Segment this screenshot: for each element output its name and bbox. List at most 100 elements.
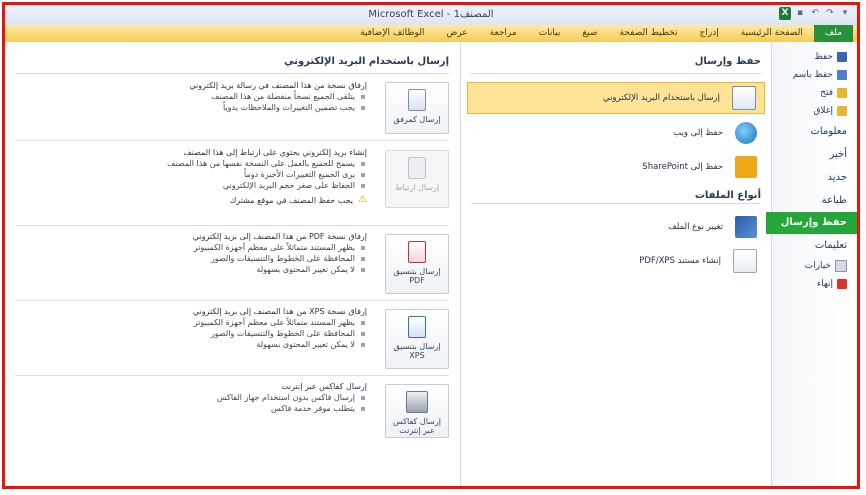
nav-save-send[interactable]: حفظ وإرسال <box>766 212 857 234</box>
fax-icon <box>406 391 428 413</box>
option-save-web[interactable]: حفظ إلى ويب <box>467 118 765 148</box>
xps-bullet: يظهر المستند متماثلاً على معظم أجهزة الك… <box>21 317 367 328</box>
section-file-types-title: أنواع الملفات <box>694 190 761 201</box>
pdf-bullet: لا يمكن تغيير المحتوى بسهولة <box>21 264 367 275</box>
nav-new[interactable]: جديد <box>772 166 857 189</box>
option-create-pdf-xps[interactable]: إنشاء مستند PDF/XPS <box>467 246 765 276</box>
pdf-description: إرفاق نسخة PDF من هذا المصنف إلى بريد إل… <box>21 231 367 275</box>
pdf-bullet: المحافظة على الخطوط والتنسيقات والصور <box>21 253 367 264</box>
link-icon <box>408 157 426 179</box>
nav-options[interactable]: خيارات <box>772 257 857 275</box>
nav-save-as-label: حفظ باسم <box>792 70 833 80</box>
document-icon <box>733 249 757 273</box>
window-title: Microsoft Excel - المصنف1 <box>368 9 494 20</box>
send-link-button[interactable]: إرسال ارتباط <box>385 150 449 208</box>
app-window: X ▪ ↶ ↷ ▾ Microsoft Excel - المصنف1 ملف … <box>2 2 860 489</box>
nav-save[interactable]: حفظ <box>772 48 857 66</box>
option-save-sharepoint[interactable]: حفظ إلى SharePoint <box>467 152 765 182</box>
tab-view[interactable]: عرض <box>435 25 478 42</box>
open-folder-icon <box>837 88 847 98</box>
shared-location-warning: ⚠ يجب حفظ المصنف في موقع مشترك <box>21 195 367 206</box>
link-description: إنشاء بريد إلكتروني يحتوي على ارتباط إلى… <box>21 147 367 206</box>
xps-bullet: لا يمكن تغيير المحتوى بسهولة <box>21 339 367 350</box>
pdf-icon <box>408 241 426 263</box>
xps-head: إرفاق نسخة XPS من هذا المصنف إلى بريد إل… <box>192 307 367 316</box>
save-icon <box>837 52 847 62</box>
nav-close[interactable]: إغلاق <box>772 102 857 120</box>
tab-review[interactable]: مراجعة <box>479 25 528 42</box>
panel-title: إرسال باستخدام البريد الإلكتروني <box>284 56 449 67</box>
block-send-xps: إرسال بتنسيق XPS إرفاق نسخة XPS من هذا ا… <box>15 301 449 376</box>
nav-print[interactable]: طباعة <box>772 189 857 212</box>
option-save-sharepoint-label: حفظ إلى SharePoint <box>642 162 723 172</box>
tab-insert[interactable]: إدراج <box>689 25 730 42</box>
divider <box>471 203 761 204</box>
tab-data[interactable]: بيانات <box>528 25 572 42</box>
fax-bullet: إرسال فاكس بدون استخدام جهاز الفاكس <box>21 392 367 403</box>
nav-options-label: خيارات <box>804 261 831 271</box>
warning-text: يجب حفظ المصنف في موقع مشترك <box>229 196 353 205</box>
save-send-column: حفظ وإرسال إرسال باستخدام البريد الإلكتر… <box>460 42 771 486</box>
send-link-label: إرسال ارتباط <box>394 183 440 192</box>
send-fax-label: إرسال كفاكس عبر إنترنت <box>393 417 441 435</box>
send-xps-label: إرسال بتنسيق XPS <box>393 342 441 360</box>
ribbon-tabs: ملف الصفحة الرئيسية إدراج تخطيط الصفحة ص… <box>5 25 857 42</box>
tab-formulas[interactable]: صيغ <box>571 25 608 42</box>
warning-icon: ⚠ <box>358 194 367 205</box>
nav-close-label: إغلاق <box>813 106 833 116</box>
option-change-file-type-label: تغيير نوع الملف <box>668 222 723 232</box>
send-email-panel: إرسال باستخدام البريد الإلكتروني إرسال ك… <box>5 42 459 486</box>
send-attachment-button[interactable]: إرسال كمرفق <box>385 82 449 134</box>
tab-home[interactable]: الصفحة الرئيسية <box>730 25 814 42</box>
block-send-pdf: إرسال بتنسيق PDF إرفاق نسخة PDF من هذا ا… <box>15 226 449 301</box>
nav-open[interactable]: فتح <box>772 84 857 102</box>
xps-description: إرفاق نسخة XPS من هذا المصنف إلى بريد إل… <box>21 306 367 350</box>
globe-icon <box>735 122 757 144</box>
nav-exit-label: إنهاء <box>816 279 833 289</box>
link-bullet: يرى الجميع التغييرات الأخيرة دوماً <box>21 169 367 180</box>
fax-head: إرسال كفاكس عبر إنترنت <box>281 382 367 391</box>
option-send-email-label: إرسال باستخدام البريد الإلكتروني <box>602 93 720 103</box>
option-change-file-type[interactable]: تغيير نوع الملف <box>467 212 765 242</box>
nav-exit[interactable]: إنهاء <box>772 275 857 293</box>
fax-bullet: يتطلب موفر خدمة فاكس <box>21 403 367 414</box>
nav-open-label: فتح <box>820 88 833 98</box>
nav-info[interactable]: معلومات <box>772 120 857 143</box>
send-pdf-button[interactable]: إرسال بتنسيق PDF <box>385 234 449 294</box>
block-send-attachment: إرسال كمرفق إرفاق نسخة من هذا المصنف في … <box>15 74 449 141</box>
attachment-description: إرفاق نسخة من هذا المصنف في رسالة بريد إ… <box>21 80 367 113</box>
save-as-icon <box>837 70 847 80</box>
sharepoint-icon <box>735 156 757 178</box>
link-head: إنشاء بريد إلكتروني يحتوي على ارتباط إلى… <box>183 148 367 157</box>
attachment-icon <box>408 89 426 111</box>
pdf-bullet: يظهر المستند متماثلاً على معظم أجهزة الك… <box>21 242 367 253</box>
attachment-bullet: يتلقى الجميع نسخاً منفصلة من هذا المصنف <box>21 91 367 102</box>
email-envelope-icon <box>732 86 756 110</box>
send-fax-button[interactable]: إرسال كفاكس عبر إنترنت <box>385 384 449 438</box>
divider <box>471 73 761 74</box>
xps-bullet: المحافظة على الخطوط والتنسيقات والصور <box>21 328 367 339</box>
pdf-head: إرفاق نسخة PDF من هذا المصنف إلى بريد إل… <box>192 232 367 241</box>
exit-icon <box>837 279 847 289</box>
block-send-link: إرسال ارتباط إنشاء بريد إلكتروني يحتوي ع… <box>15 141 449 226</box>
link-bullet: يسمح للجميع بالعمل على النسخة نفسها من ه… <box>21 158 367 169</box>
block-send-fax: إرسال كفاكس عبر إنترنت إرسال كفاكس عبر إ… <box>15 376 449 442</box>
title-bar: X ▪ ↶ ↷ ▾ Microsoft Excel - المصنف1 <box>5 5 857 25</box>
nav-help[interactable]: تعليمات <box>772 234 857 257</box>
nav-recent[interactable]: أخير <box>772 143 857 166</box>
send-xps-button[interactable]: إرسال بتنسيق XPS <box>385 309 449 369</box>
change-file-type-icon <box>735 216 757 238</box>
xps-icon <box>408 316 426 338</box>
tab-page-layout[interactable]: تخطيط الصفحة <box>609 25 689 42</box>
options-icon <box>835 260 847 272</box>
option-create-pdf-xps-label: إنشاء مستند PDF/XPS <box>639 256 721 266</box>
send-attachment-label: إرسال كمرفق <box>393 115 441 124</box>
link-bullet: الحفاظ على صغر حجم البريد الإلكتروني <box>21 180 367 191</box>
tab-file[interactable]: ملف <box>813 25 853 42</box>
option-send-email[interactable]: إرسال باستخدام البريد الإلكتروني <box>467 82 765 114</box>
tab-addins[interactable]: الوظائف الإضافية <box>349 25 435 42</box>
attachment-bullet: يجب تضمين التغييرات والملاحظات يدوياً <box>21 102 367 113</box>
nav-save-as[interactable]: حفظ باسم <box>772 66 857 84</box>
send-pdf-label: إرسال بتنسيق PDF <box>393 267 441 285</box>
option-save-web-label: حفظ إلى ويب <box>673 128 723 138</box>
